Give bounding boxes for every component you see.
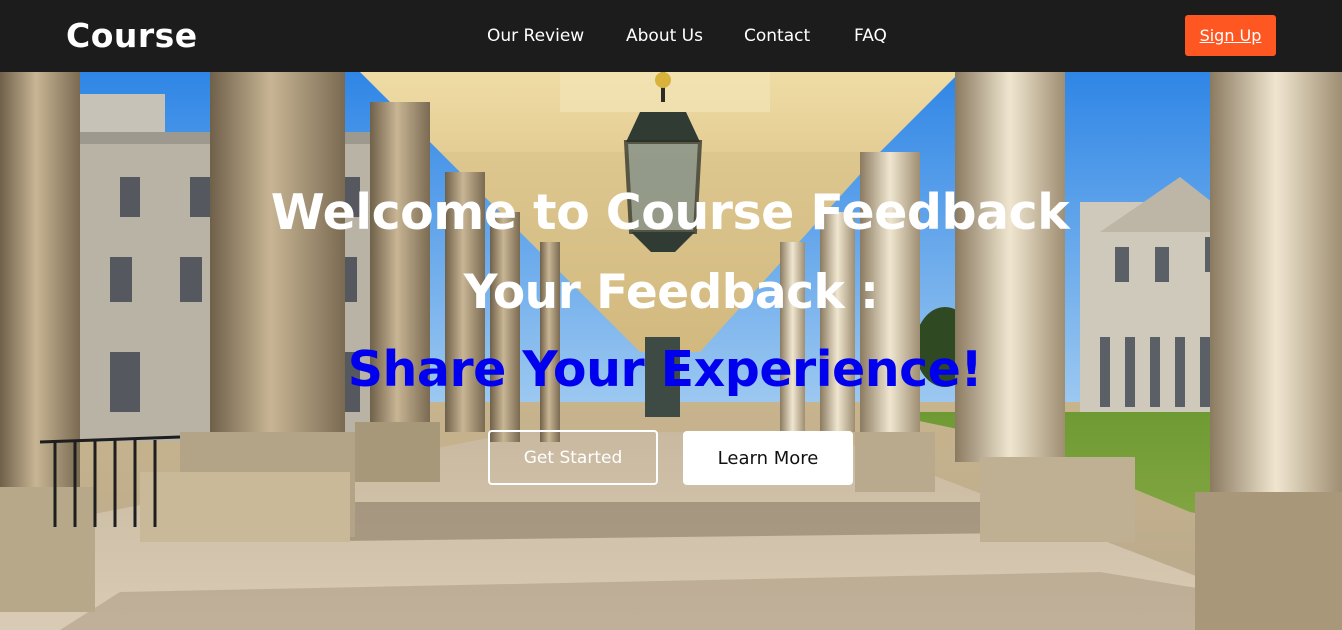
nav-link-our-review[interactable]: Our Review (487, 24, 584, 48)
hero-title-line-1: Welcome to Course Feedback (270, 184, 1070, 241)
hero-title-line-3: Share Your Experience! (347, 341, 983, 398)
hero-title-line-2: Your Feedback : (463, 265, 879, 320)
nav-link-contact[interactable]: Contact (744, 24, 810, 48)
learn-more-button[interactable]: Learn More (683, 431, 853, 485)
get-started-button[interactable]: Get Started (488, 430, 658, 485)
nav-link-about-us[interactable]: About Us (626, 24, 703, 48)
brand-logo[interactable]: Course (66, 14, 198, 58)
sign-up-button[interactable]: Sign Up (1185, 15, 1276, 56)
nav-link-faq[interactable]: FAQ (854, 24, 887, 48)
hero-section: Welcome to Course Feedback Your Feedback… (0, 72, 1342, 630)
top-navbar: Course Our Review About Us Contact FAQ S… (0, 0, 1342, 72)
